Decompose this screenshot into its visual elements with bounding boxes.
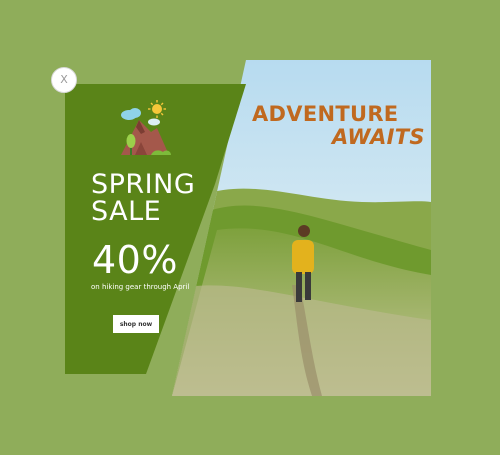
discount-percent: 40% — [92, 238, 178, 282]
mountain-sun-clouds-icon — [117, 100, 173, 158]
shop-now-button[interactable]: shop now — [113, 315, 159, 333]
sale-title-line1: SPRING — [91, 169, 196, 200]
sale-title-line2: SALE — [91, 196, 162, 227]
offer-subtext: on hiking gear through April — [91, 283, 190, 291]
headline-line2: AWAITS — [332, 125, 425, 149]
close-icon: X — [60, 73, 68, 86]
close-button[interactable]: X — [51, 67, 77, 93]
sale-title: SPRING SALE — [91, 171, 221, 225]
promo-popup: SPRING SALE 40% on hiking gear through A… — [0, 0, 500, 455]
